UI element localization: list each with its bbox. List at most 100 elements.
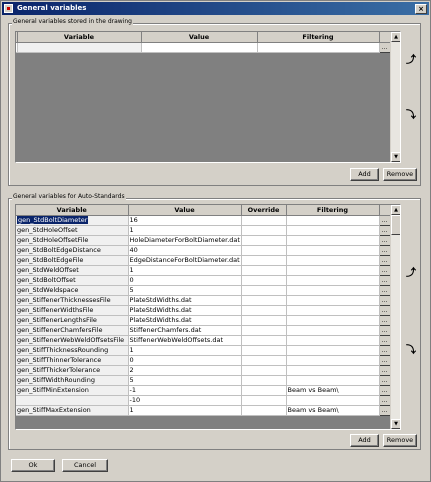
filtering-cell[interactable] xyxy=(286,255,380,266)
drawing-remove-button[interactable]: Remove xyxy=(383,168,417,181)
filtering-browse-button[interactable]: ... xyxy=(378,294,391,306)
filtering-browse-button[interactable]: ... xyxy=(378,254,391,266)
filtering-cell[interactable] xyxy=(286,295,380,306)
value-cell[interactable]: PlateStdWidths.dat xyxy=(128,295,242,306)
drawing-add-button[interactable]: Add xyxy=(350,168,379,181)
variable-cell[interactable]: gen_StdBoltEdgeDistance xyxy=(16,245,129,256)
value-cell[interactable]: HoleDiameterForBoltDiameter.dat xyxy=(128,235,242,246)
drawing-scrollbar[interactable]: ▲ ▼ xyxy=(390,32,400,162)
column-header-filtering[interactable]: Filtering xyxy=(286,205,380,216)
filtering-browse-button[interactable]: ... xyxy=(378,304,391,316)
value-cell[interactable]: 1 xyxy=(128,225,242,236)
filtering-cell[interactable] xyxy=(286,355,380,366)
filtering-browse-button[interactable]: ... xyxy=(378,214,391,226)
column-header-variable[interactable]: Variable xyxy=(17,32,142,43)
move-down-icon[interactable]: ⤵ xyxy=(405,110,417,122)
value-cell[interactable]: StiffenerWebWeldOffsets.dat xyxy=(128,335,242,346)
filtering-cell[interactable] xyxy=(286,395,380,406)
variable-cell[interactable]: gen_StiffMaxExtension xyxy=(16,405,129,416)
column-header-override[interactable]: Override xyxy=(241,205,287,216)
variable-cell[interactable]: gen_StiffenerLengthsFile xyxy=(16,315,129,326)
value-cell[interactable]: EdgeDistanceForBoltDiameter.dat xyxy=(128,255,242,266)
override-cell[interactable] xyxy=(241,365,287,376)
value-cell[interactable]: 16 xyxy=(128,215,242,226)
scroll-up-icon[interactable]: ▲ xyxy=(391,32,400,42)
table-row[interactable]: gen_StdHoleOffsetFile HoleDiameterForBolt… xyxy=(16,234,391,246)
autostd-scrollbar[interactable]: ▲ ▼ xyxy=(390,205,400,429)
filtering-cell[interactable] xyxy=(286,305,380,316)
filtering-cell[interactable] xyxy=(286,275,380,286)
override-cell[interactable] xyxy=(241,315,287,326)
filtering-browse-button[interactable]: ... xyxy=(378,364,391,376)
column-header-value[interactable]: Value xyxy=(141,32,258,43)
table-row[interactable]: gen_StiffenerChamfersFile StiffenerChamfe… xyxy=(16,324,391,336)
filtering-cell[interactable] xyxy=(286,225,380,236)
variable-cell[interactable] xyxy=(16,395,129,406)
scroll-thumb[interactable] xyxy=(391,215,400,235)
value-cell[interactable]: 2 xyxy=(128,365,242,376)
override-cell[interactable] xyxy=(241,305,287,316)
autostd-remove-button[interactable]: Remove xyxy=(383,434,417,447)
value-cell[interactable]: 1 xyxy=(128,405,242,416)
table-row[interactable]: -10... xyxy=(16,394,391,406)
variable-cell[interactable]: gen_StiffThicknessRounding xyxy=(16,345,129,356)
table-row[interactable]: gen_StiffThicknessRounding 1... xyxy=(16,344,391,356)
override-cell[interactable] xyxy=(241,265,287,276)
table-row[interactable]: gen_StdBoltDiameter 16... xyxy=(16,214,391,226)
table-row[interactable]: gen_StiffMinExtension -1 Beam vs Beam\... xyxy=(16,384,391,396)
column-header-variable[interactable]: Variable xyxy=(16,205,129,216)
variable-cell[interactable]: gen_StdWeldOffset xyxy=(16,265,129,276)
table-row[interactable]: gen_StiffThinnerTolerance 0... xyxy=(16,354,391,366)
table-row[interactable]: gen_StiffMaxExtension 1 Beam vs Beam\... xyxy=(16,404,391,416)
variable-cell[interactable]: gen_StiffenerThicknessesFile xyxy=(16,295,129,306)
override-cell[interactable] xyxy=(241,385,287,396)
override-cell[interactable] xyxy=(241,215,287,226)
filtering-cell[interactable] xyxy=(286,285,380,296)
filtering-cell[interactable] xyxy=(257,42,380,53)
override-cell[interactable] xyxy=(241,285,287,296)
table-row[interactable]: gen_StiffenerWidthsFile PlateStdWidths.da… xyxy=(16,304,391,316)
override-cell[interactable] xyxy=(241,395,287,406)
column-header-filtering[interactable]: Filtering xyxy=(257,32,380,43)
value-cell[interactable]: 1 xyxy=(128,345,242,356)
variable-cell[interactable]: gen_StiffenerWebWeldOffsetsFile xyxy=(16,335,129,346)
filtering-cell[interactable] xyxy=(286,235,380,246)
table-row[interactable]: gen_StdWeldspace 5... xyxy=(16,284,391,296)
filtering-browse-button[interactable]: ... xyxy=(378,274,391,286)
override-cell[interactable] xyxy=(241,235,287,246)
variable-cell[interactable]: gen_StiffenerChamfersFile xyxy=(16,325,129,336)
scroll-down-icon[interactable]: ▼ xyxy=(391,152,400,162)
scroll-up-icon[interactable]: ▲ xyxy=(391,205,400,215)
filtering-browse-button[interactable]: ... xyxy=(378,314,391,326)
filtering-browse-button[interactable]: ... xyxy=(378,334,391,346)
override-cell[interactable] xyxy=(241,225,287,236)
filtering-cell[interactable] xyxy=(286,245,380,256)
override-cell[interactable] xyxy=(241,295,287,306)
filtering-browse-button[interactable]: ... xyxy=(378,264,391,276)
ok-button[interactable]: Ok xyxy=(11,459,55,472)
filtering-browse-button[interactable]: ... xyxy=(378,384,391,396)
variable-cell[interactable]: gen_StdBoltDiameter xyxy=(16,215,129,226)
value-cell[interactable]: PlateStdWidths.dat xyxy=(128,315,242,326)
table-row[interactable]: gen_StdBoltEdgeFile EdgeDistanceForBoltDi… xyxy=(16,254,391,266)
filtering-cell[interactable]: Beam vs Beam\ xyxy=(286,385,380,396)
override-cell[interactable] xyxy=(241,325,287,336)
value-cell[interactable]: -10 xyxy=(128,395,242,406)
value-cell[interactable] xyxy=(141,42,258,53)
cancel-button[interactable]: Cancel xyxy=(62,459,108,472)
table-row[interactable]: gen_StiffenerLengthsFile PlateStdWidths.d… xyxy=(16,314,391,326)
override-cell[interactable] xyxy=(241,275,287,286)
value-cell[interactable]: 0 xyxy=(128,275,242,286)
variable-cell[interactable]: gen_StdHoleOffset xyxy=(16,225,129,236)
filtering-browse-button[interactable]: ... xyxy=(378,374,391,386)
variable-cell[interactable]: gen_StiffMinExtension xyxy=(16,385,129,396)
table-row[interactable]: gen_StiffThickerTolerance 2... xyxy=(16,364,391,376)
override-cell[interactable] xyxy=(241,255,287,266)
scroll-down-icon[interactable]: ▼ xyxy=(391,419,400,429)
filtering-browse-button[interactable]: ... xyxy=(378,324,391,336)
close-button[interactable]: × xyxy=(415,4,427,14)
variable-cell[interactable] xyxy=(17,42,142,53)
filtering-browse-button[interactable]: ... xyxy=(378,394,391,406)
variable-cell[interactable]: gen_StiffThinnerTolerance xyxy=(16,355,129,366)
value-cell[interactable]: 5 xyxy=(128,285,242,296)
